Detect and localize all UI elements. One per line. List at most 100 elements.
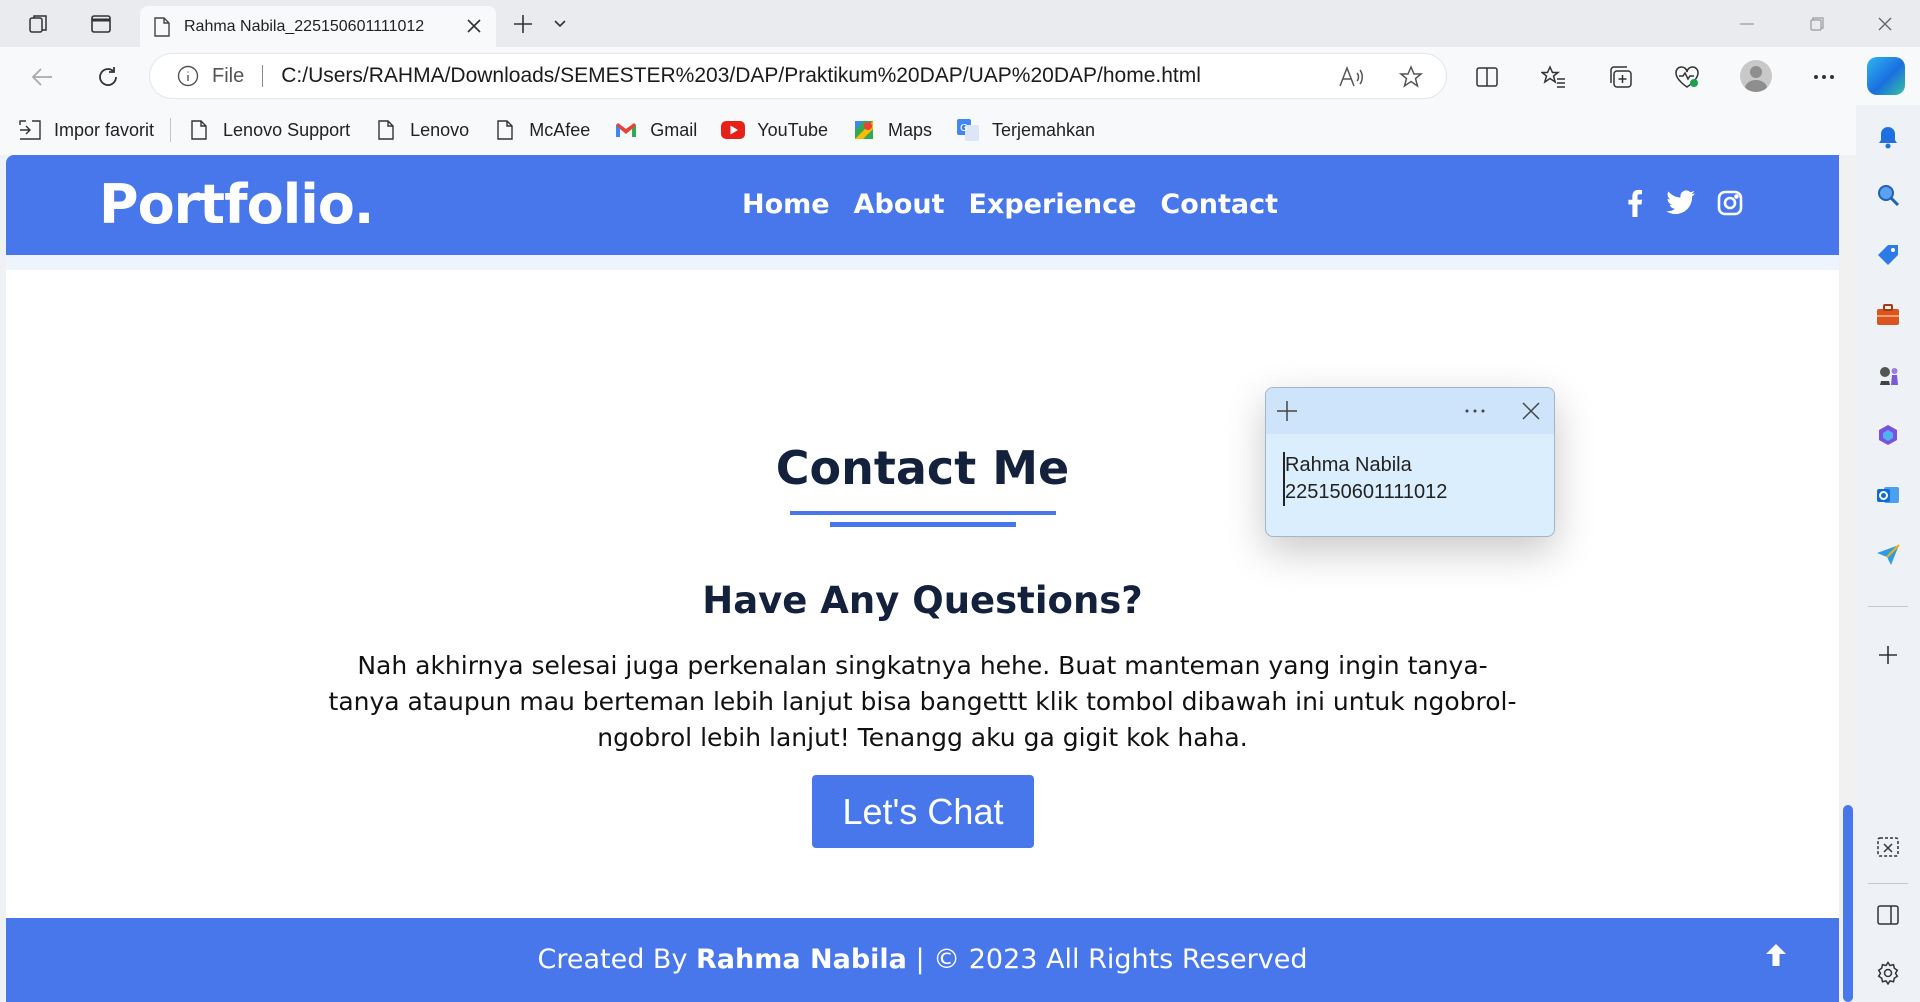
more-options-icon[interactable] <box>1806 59 1842 95</box>
copilot-icon[interactable] <box>1867 57 1905 95</box>
back-icon[interactable] <box>24 59 60 95</box>
search-icon[interactable] <box>1872 179 1904 211</box>
tab-strip: Rahma Nabila_225150601111012 <box>0 0 1920 47</box>
site-footer: Created By Rahma Nabila | © 2023 All Rig… <box>6 918 1839 1002</box>
nav-experience[interactable]: Experience <box>969 189 1137 220</box>
favorite-label: YouTube <box>757 119 828 140</box>
title-underline <box>790 511 1056 515</box>
favorites-icon[interactable] <box>1536 59 1572 95</box>
scrollbar-thumb[interactable] <box>1843 805 1853 1002</box>
facebook-icon[interactable] <box>1618 186 1652 220</box>
site-logo[interactable]: Portfolio. <box>99 173 374 236</box>
favorite-label: Impor favorit <box>54 119 155 140</box>
sticky-note-text[interactable]: Rahma Nabila 225150601111012 <box>1283 452 1447 506</box>
restore-icon[interactable] <box>1782 0 1852 47</box>
minimize-icon[interactable] <box>1712 0 1782 47</box>
url-scheme: File <box>212 64 245 87</box>
favorite-impor-favorit[interactable]: Impor favorit <box>18 118 154 142</box>
close-tab-icon[interactable] <box>464 16 484 36</box>
close-note-icon[interactable] <box>1516 396 1546 426</box>
favorite-label: Maps <box>887 119 932 140</box>
workspaces-icon[interactable] <box>24 9 54 39</box>
maps-icon <box>852 118 876 142</box>
note-menu-icon[interactable] <box>1460 396 1490 426</box>
favorite-gmail[interactable]: Gmail <box>614 118 697 142</box>
favorite-terjemahkan[interactable]: G Terjemahkan <box>956 118 1095 142</box>
url-separator <box>262 65 264 87</box>
add-note-icon[interactable] <box>1272 396 1302 426</box>
instagram-icon[interactable] <box>1713 186 1747 220</box>
sidebar-divider <box>1868 606 1908 607</box>
favorite-label: Gmail <box>650 119 698 140</box>
notifications-bell-icon[interactable] <box>1872 121 1904 153</box>
site-header: Portfolio. Home About Experience Contact <box>6 155 1839 255</box>
sidebar-divider <box>1868 883 1908 884</box>
nav-home[interactable]: Home <box>742 189 830 220</box>
page-icon <box>187 118 211 142</box>
read-aloud-icon[interactable] <box>1336 62 1366 92</box>
footer-text: Created By Rahma Nabila | © 2023 All Rig… <box>6 944 1839 975</box>
address-bar[interactable]: File C:/Users/RAHMA/Downloads/SEMESTER%2… <box>150 54 1446 98</box>
main-nav: Home About Experience Contact <box>742 189 1302 220</box>
sticky-note-window[interactable]: Rahma Nabila 225150601111012 <box>1265 387 1555 537</box>
favorite-youtube[interactable]: YouTube <box>721 118 828 142</box>
screenshot-icon[interactable] <box>1872 831 1904 863</box>
favorite-label: Lenovo <box>410 119 470 140</box>
scroll-top-arrow-icon[interactable] <box>1759 938 1793 972</box>
favorite-lenovo-support[interactable]: Lenovo Support <box>187 118 350 142</box>
split-screen-icon[interactable] <box>1469 59 1505 95</box>
games-chess-icon[interactable] <box>1872 359 1904 391</box>
favorite-label: McAfee <box>529 119 591 140</box>
youtube-icon <box>721 118 746 142</box>
shopping-tag-icon[interactable] <box>1872 239 1904 271</box>
favorite-lenovo[interactable]: Lenovo <box>374 118 469 142</box>
collections-icon[interactable] <box>1603 59 1639 95</box>
active-tab[interactable]: Rahma Nabila_225150601111012 <box>140 6 496 47</box>
favorites-divider <box>170 118 172 142</box>
gmail-icon <box>614 118 638 142</box>
title-underline-short <box>830 522 1016 527</box>
close-window-icon[interactable] <box>1850 0 1920 47</box>
favorite-star-icon[interactable] <box>1396 62 1426 92</box>
page-icon <box>152 16 172 37</box>
import-icon <box>18 118 42 142</box>
url-text[interactable]: C:/Users/RAHMA/Downloads/SEMESTER%203/DA… <box>281 64 1201 88</box>
favorites-bar: Impor favorit Lenovo Support Lenovo McAf… <box>0 105 1860 155</box>
profile-avatar[interactable] <box>1740 60 1772 92</box>
settings-gear-icon[interactable] <box>1872 957 1904 989</box>
browser-toolbar: File C:/Users/RAHMA/Downloads/SEMESTER%2… <box>0 47 1920 105</box>
tab-actions-chevron-icon[interactable] <box>548 9 572 39</box>
microsoft-365-icon[interactable] <box>1872 419 1904 451</box>
lets-chat-button[interactable]: Let's Chat <box>812 775 1034 848</box>
page-viewport: Portfolio. Home About Experience Contact… <box>6 155 1839 1002</box>
page-scrollbar[interactable] <box>1840 155 1856 1002</box>
favorite-mcafee[interactable]: McAfee <box>493 118 590 142</box>
contact-title: Contact Me <box>775 441 1070 495</box>
svg-text:G: G <box>960 123 968 134</box>
note-line-1: Rahma Nabila <box>1285 454 1412 476</box>
new-tab-icon[interactable] <box>508 9 538 39</box>
favorite-label: Terjemahkan <box>992 119 1096 140</box>
nav-about[interactable]: About <box>854 189 945 220</box>
note-line-2: 225150601111012 <box>1285 481 1448 503</box>
footer-author: Rahma Nabila <box>696 944 907 975</box>
favorite-label: Lenovo Support <box>223 119 351 140</box>
nav-contact[interactable]: Contact <box>1160 189 1278 220</box>
page-icon <box>374 118 398 142</box>
tools-briefcase-icon[interactable] <box>1872 299 1904 331</box>
outlook-icon[interactable] <box>1872 479 1904 511</box>
page-icon <box>493 118 517 142</box>
vertical-tabs-icon[interactable] <box>86 9 116 39</box>
sticky-note-titlebar[interactable] <box>1266 388 1554 434</box>
hide-sidebar-icon[interactable] <box>1872 899 1904 931</box>
twitter-icon[interactable] <box>1664 186 1698 220</box>
browser-essentials-icon[interactable] <box>1669 59 1705 95</box>
favorite-maps[interactable]: Maps <box>852 118 932 142</box>
contact-body-text: Nah akhirnya selesai juga perkenalan sin… <box>328 651 1517 752</box>
send-plane-icon[interactable] <box>1872 539 1904 571</box>
edge-sidebar <box>1856 105 1920 1002</box>
refresh-icon[interactable] <box>90 59 126 95</box>
add-sidebar-app-icon[interactable] <box>1872 639 1904 671</box>
site-info-icon[interactable] <box>176 64 200 88</box>
tab-title: Rahma Nabila_225150601111012 <box>184 17 425 35</box>
